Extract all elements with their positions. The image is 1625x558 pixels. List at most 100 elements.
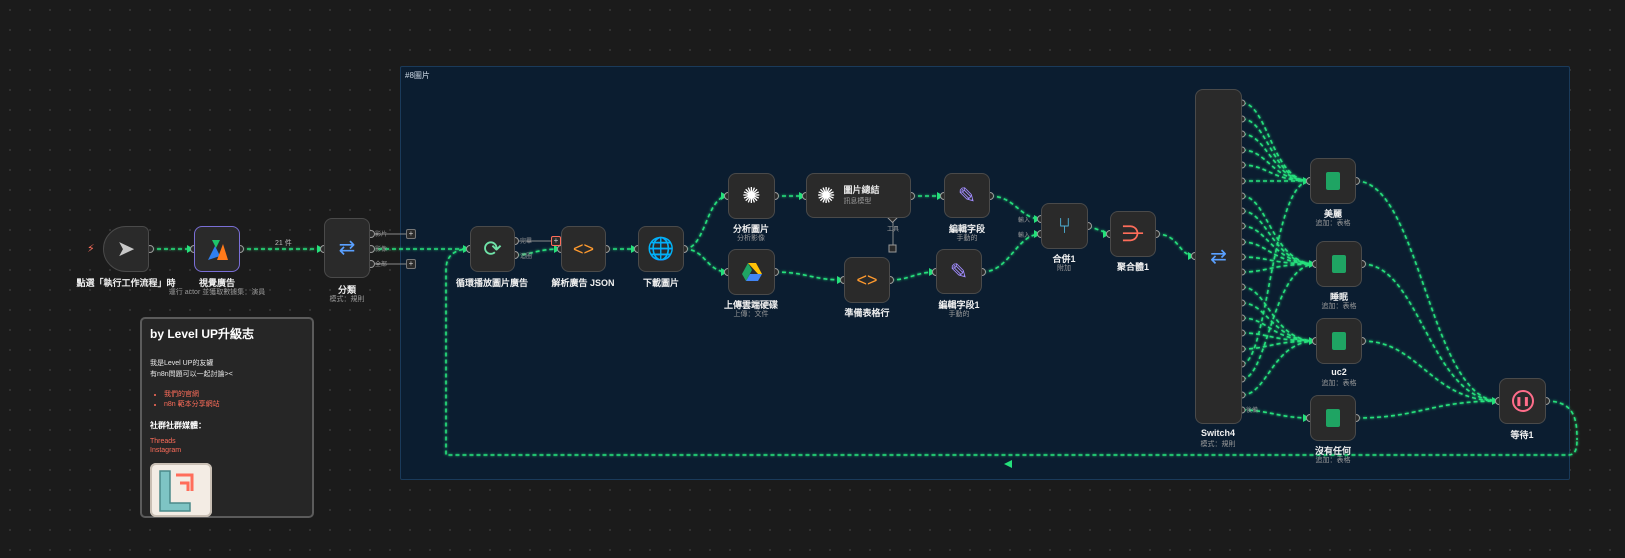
info-sticky-note[interactable]: by Level UP升級志 我是Level UP的友罐 有n8n問題可以一起討… xyxy=(140,317,314,518)
gdrive-icon xyxy=(741,263,762,281)
code-icon: <> xyxy=(572,239,595,259)
merge-icon: ⑂ xyxy=(1057,213,1072,238)
pencil-icon: ✎ xyxy=(949,258,969,284)
prepare-label: 準備表格行 xyxy=(844,308,890,318)
sheets-icon xyxy=(1332,255,1346,273)
card-link-list: 我們的官網 n8n 範本分享網站 xyxy=(150,390,304,410)
merge-node[interactable]: ⑂ xyxy=(1041,203,1088,249)
aggregate-label: 聚合體1 xyxy=(1116,262,1150,272)
switch-icon: ⇄ xyxy=(1210,245,1227,268)
fenlei-sub: 模式：規則 xyxy=(329,296,365,303)
instagram-link[interactable]: Instagram xyxy=(150,446,304,455)
wire xyxy=(1241,118,1311,182)
sheet3-sub: 追加：表格 xyxy=(1321,380,1357,387)
fenlei-port-2: 影像 xyxy=(375,247,388,253)
loop-node[interactable]: ⟳ xyxy=(470,226,515,272)
sheet4-sub: 追加：表格 xyxy=(1315,457,1351,464)
threads-link[interactable]: Threads xyxy=(150,437,304,446)
merge-port-2: 輸入 xyxy=(1018,233,1031,239)
upload-node[interactable] xyxy=(728,249,775,295)
analyze-sub: 分析影像 xyxy=(737,235,765,242)
wait-label: 等待1 xyxy=(1510,430,1534,440)
card-title: by Level UP升級志 xyxy=(150,327,255,341)
add-connection-button[interactable]: + xyxy=(551,236,561,246)
fenlei-node[interactable]: ⇄ xyxy=(324,218,370,278)
sheets-icon xyxy=(1326,172,1340,190)
sheet1-node[interactable] xyxy=(1310,158,1356,204)
edit1-node[interactable]: ✎ xyxy=(944,173,990,218)
wire xyxy=(1241,102,1311,182)
edit1-sub: 手動的 xyxy=(956,235,978,242)
analyze-node[interactable]: ✺ xyxy=(728,173,775,219)
template-site-link[interactable]: n8n 範本分享網站 xyxy=(164,400,304,410)
trigger-label: 點選「執行工作流程」時 xyxy=(76,278,176,288)
parse-node[interactable]: <> xyxy=(561,226,606,272)
apify-node[interactable] xyxy=(194,226,240,272)
sheets-icon xyxy=(1326,409,1340,427)
download-label: 下載圖片 xyxy=(642,278,680,288)
wire xyxy=(1355,400,1500,419)
summary-sub: 訊息模型 xyxy=(843,198,872,205)
trigger-bolt-icon: ⚡ xyxy=(87,243,95,255)
pencil-icon: ✎ xyxy=(957,182,977,208)
cursor-icon: ➤ xyxy=(116,236,136,261)
openai-icon: ✺ xyxy=(817,182,836,208)
summary-tool-port: 工具 xyxy=(887,227,900,233)
sheet4-node[interactable] xyxy=(1310,395,1356,441)
code-icon: <> xyxy=(856,270,878,290)
pause-icon: ❚❚ xyxy=(1511,390,1534,412)
add-connection-button[interactable]: + xyxy=(406,229,416,239)
fenlei-port-3: 全部 xyxy=(375,262,388,268)
level-up-logo xyxy=(150,463,212,517)
wire xyxy=(683,195,729,250)
trigger-node[interactable]: ➤ xyxy=(103,226,149,272)
openai-icon: ✺ xyxy=(742,183,761,208)
sheet2-sub: 追加：表格 xyxy=(1321,303,1357,310)
wire xyxy=(989,195,1042,220)
website-link[interactable]: 我們的官網 xyxy=(164,390,304,400)
switch4-label: Switch4 xyxy=(1200,428,1236,438)
items-count-label: 21 件 xyxy=(275,240,292,247)
download-node[interactable]: 🌐 xyxy=(638,226,684,272)
wire xyxy=(1545,400,1578,441)
sheet2-node[interactable] xyxy=(1316,241,1362,287)
wire xyxy=(1241,195,1317,265)
fenlei-port-1: 影片 xyxy=(375,232,388,238)
wire xyxy=(445,248,1578,456)
edit2-sub: 手動的 xyxy=(948,311,970,318)
sheets-icon xyxy=(1332,332,1346,350)
wire xyxy=(1361,340,1500,402)
wire xyxy=(1361,263,1500,402)
parse-label: 解析廣告 JSON xyxy=(551,278,615,288)
switch4-sub: 模式：規則 xyxy=(1200,441,1236,448)
wire xyxy=(774,271,845,281)
card-line-1: 我是Level UP的友罐 xyxy=(150,360,214,367)
edit2-node[interactable]: ✎ xyxy=(936,249,982,294)
apify-icon xyxy=(208,240,228,260)
merge-port-1: 輸入 xyxy=(1018,218,1031,224)
switch4-node[interactable]: ⇄ xyxy=(1195,89,1242,424)
loop-label: 循環播放圖片廣告 xyxy=(455,278,529,288)
merge-sub: 附加 xyxy=(1057,265,1071,272)
aggregate-node[interactable]: ⋺ xyxy=(1110,211,1156,257)
loop-port-loop: 迴圈 xyxy=(520,254,533,260)
loop-icon: ⟳ xyxy=(483,236,502,261)
summary-label: 圖片總結 xyxy=(843,185,880,195)
upload-sub: 上傳：文件 xyxy=(733,311,769,318)
wire xyxy=(1241,133,1311,182)
loop-port-done: 完畢 xyxy=(520,239,533,245)
summary-node[interactable]: ✺ 圖片總結 訊息模型 xyxy=(806,173,911,218)
switch-icon: ⇄ xyxy=(338,237,356,259)
wait-node[interactable]: ❚❚ xyxy=(1499,378,1546,424)
aggregate-icon: ⋺ xyxy=(1122,221,1144,246)
wire xyxy=(1241,180,1311,365)
prepare-node[interactable]: <> xyxy=(844,257,890,303)
add-connection-button[interactable]: + xyxy=(406,259,416,269)
switch4-fallback-port: 後備 xyxy=(1246,408,1259,414)
wire xyxy=(1241,263,1317,273)
wire xyxy=(1355,180,1500,402)
sheet1-sub: 追加：表格 xyxy=(1315,220,1351,227)
social-heading: 社群社群媒體： xyxy=(150,421,206,430)
sheet3-node[interactable] xyxy=(1316,318,1362,364)
wire xyxy=(981,233,1042,273)
